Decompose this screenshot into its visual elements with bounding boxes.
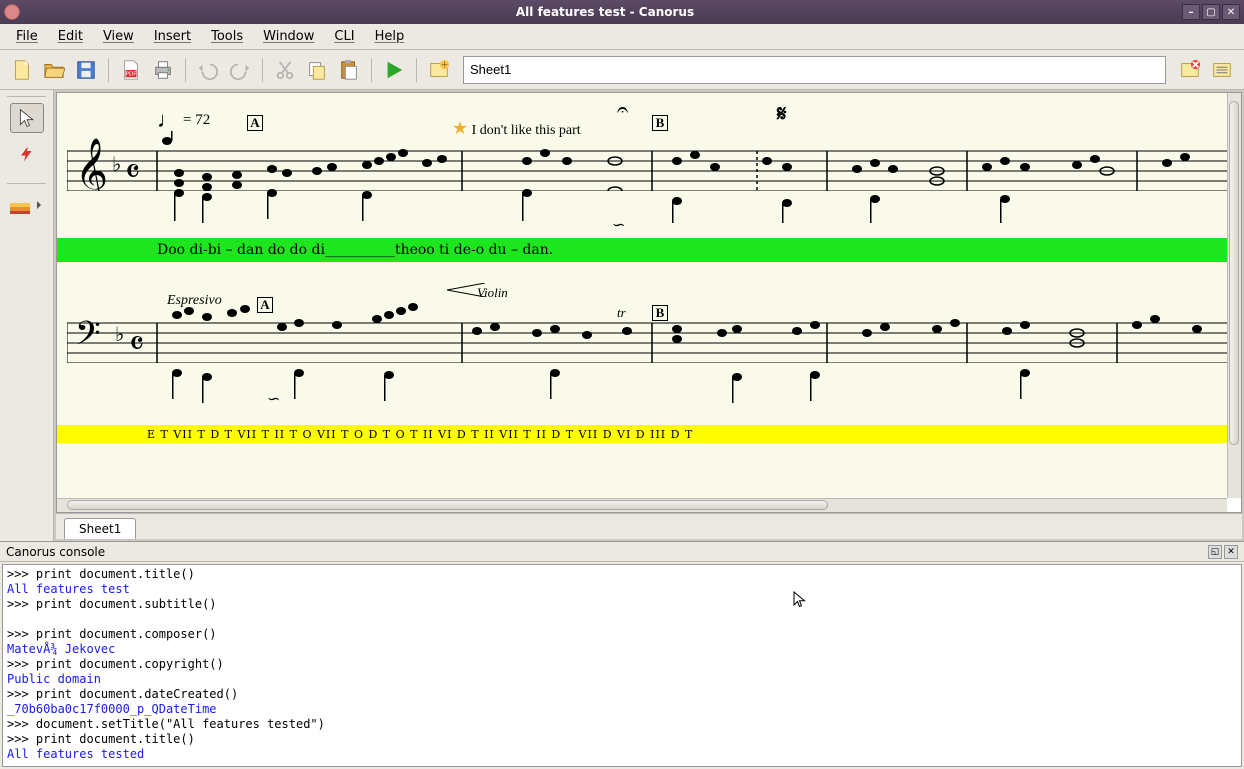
save-icon (75, 59, 97, 81)
treble-voice2 (67, 163, 1227, 223)
paste-button[interactable] (335, 56, 363, 84)
export-pdf-button[interactable]: PDF (117, 56, 145, 84)
console-output[interactable]: >>> print document.title()All features t… (2, 564, 1242, 767)
menu-window[interactable]: Window (253, 26, 324, 47)
new-file-button[interactable] (8, 56, 36, 84)
new-sheet-button[interactable] (425, 56, 453, 84)
play-button[interactable] (380, 56, 408, 84)
score-view[interactable]: 𝄞 8 ♭ 𝄴 (56, 92, 1242, 513)
sheet-name-input[interactable] (463, 56, 1166, 84)
console-title: Canorus console (6, 545, 105, 559)
main-area: 𝄞 8 ♭ 𝄴 (0, 90, 1244, 769)
annotation-text: ★ I don't like this part (452, 118, 581, 139)
voice-color-button[interactable] (5, 190, 49, 220)
menu-view[interactable]: View (93, 26, 144, 47)
horizontal-scrollbar[interactable] (57, 498, 1227, 512)
console-output-line: Public domain (7, 672, 1237, 687)
console-detach-button[interactable]: ◱ (1208, 545, 1222, 559)
menu-insert[interactable]: Insert (144, 26, 201, 47)
redo-button[interactable] (226, 56, 254, 84)
menu-edit[interactable]: Edit (48, 26, 93, 47)
console-output-line: All features tested (7, 747, 1237, 762)
console-input-line: >>> print document.composer() (7, 627, 1237, 642)
title-bar: All features test - Canorus – ▢ ✕ (0, 0, 1244, 24)
console-input-line: >>> print document.dateCreated() (7, 687, 1237, 702)
harmony-text: E T VII T D T VII T II T O VII T O D T O… (147, 428, 693, 441)
paste-icon (338, 59, 360, 81)
console-output-line: _70b60ba0c17f0000_p_QDateTime (7, 702, 1237, 717)
trill-icon: tr (617, 305, 626, 321)
turn-icon: ∽ (612, 215, 625, 235)
undo-button[interactable] (194, 56, 222, 84)
lyrics-text: Doo di-bi – dan do do di__________theoo … (157, 242, 553, 258)
rehearsal-mark-a2: A (257, 297, 273, 313)
maximize-button[interactable]: ▢ (1202, 4, 1220, 20)
lyrics-band-yellow: E T VII T D T VII T II T O VII T O D T O… (57, 425, 1227, 443)
rehearsal-mark-a: A (247, 115, 263, 131)
crescendo-icon (447, 283, 487, 297)
new-sheet-icon (428, 59, 450, 81)
fermata-icon: 𝄐 (617, 99, 628, 122)
play-icon (383, 59, 405, 81)
app-icon (4, 4, 20, 20)
sheet-props-icon (1211, 59, 1233, 81)
open-file-button[interactable] (40, 56, 68, 84)
pdf-icon: PDF (120, 59, 142, 81)
console-output-line: All features test (7, 582, 1237, 597)
undo-icon (197, 59, 219, 81)
star-icon: ★ (452, 118, 468, 138)
copy-icon (306, 59, 328, 81)
console-input-line (7, 612, 1237, 627)
copy-button[interactable] (303, 56, 331, 84)
tempo-marking: ♩= 72 (157, 107, 210, 133)
minimize-button[interactable]: – (1182, 4, 1200, 20)
tab-sheet1[interactable]: Sheet1 (64, 518, 136, 539)
cursor-icon (17, 108, 37, 128)
insert-tool-button[interactable] (10, 139, 44, 169)
sheet-tabs: Sheet1 (56, 513, 1242, 539)
print-button[interactable] (149, 56, 177, 84)
console-input-line: >>> print document.title() (7, 567, 1237, 582)
sheet-properties-button[interactable] (1208, 56, 1236, 84)
svg-text:PDF: PDF (126, 71, 137, 77)
menu-tools[interactable]: Tools (201, 26, 253, 47)
turn-icon-2: ∽ (267, 389, 280, 409)
console-input-line: >>> document.setTitle("All features test… (7, 717, 1237, 732)
mouse-cursor-icon (793, 591, 807, 614)
console-input-line: >>> print document.subtitle() (7, 597, 1237, 612)
cut-icon (274, 59, 296, 81)
delete-sheet-icon (1179, 59, 1201, 81)
menu-bar: File Edit View Insert Tools Window CLI H… (0, 24, 1244, 50)
lyrics-band-green: Doo di-bi – dan do do di__________theoo … (57, 238, 1227, 262)
menu-help[interactable]: Help (365, 26, 415, 47)
print-icon (152, 59, 174, 81)
open-folder-icon (43, 59, 65, 81)
new-file-icon (11, 59, 33, 81)
side-toolbar (0, 90, 54, 541)
bolt-icon (18, 143, 36, 165)
menu-cli[interactable]: CLI (324, 26, 364, 47)
expression-text: Espresivo (167, 293, 222, 309)
console-input-line: >>> print document.title() (7, 732, 1237, 747)
voice-color-icon (9, 195, 45, 215)
console-panel: Canorus console ◱ ✕ >>> print document.t… (0, 541, 1244, 769)
cut-button[interactable] (271, 56, 299, 84)
console-close-button[interactable]: ✕ (1224, 545, 1238, 559)
delete-sheet-button[interactable] (1176, 56, 1204, 84)
redo-icon (229, 59, 251, 81)
bass-voice2 (67, 343, 1227, 403)
rehearsal-mark-b: B (652, 115, 668, 131)
window-title: All features test - Canorus (28, 5, 1182, 19)
close-button[interactable]: ✕ (1222, 4, 1240, 20)
main-toolbar: PDF (0, 50, 1244, 90)
segno-icon: 𝄋 (777, 101, 786, 127)
rehearsal-mark-b2: B (652, 305, 668, 321)
console-output-line: MatevÅ¾ Jekovec (7, 642, 1237, 657)
menu-file[interactable]: File (6, 26, 48, 47)
vertical-scrollbar[interactable] (1227, 93, 1241, 498)
console-input-line: >>> print document.copyright() (7, 657, 1237, 672)
select-tool-button[interactable] (10, 103, 44, 133)
save-file-button[interactable] (72, 56, 100, 84)
